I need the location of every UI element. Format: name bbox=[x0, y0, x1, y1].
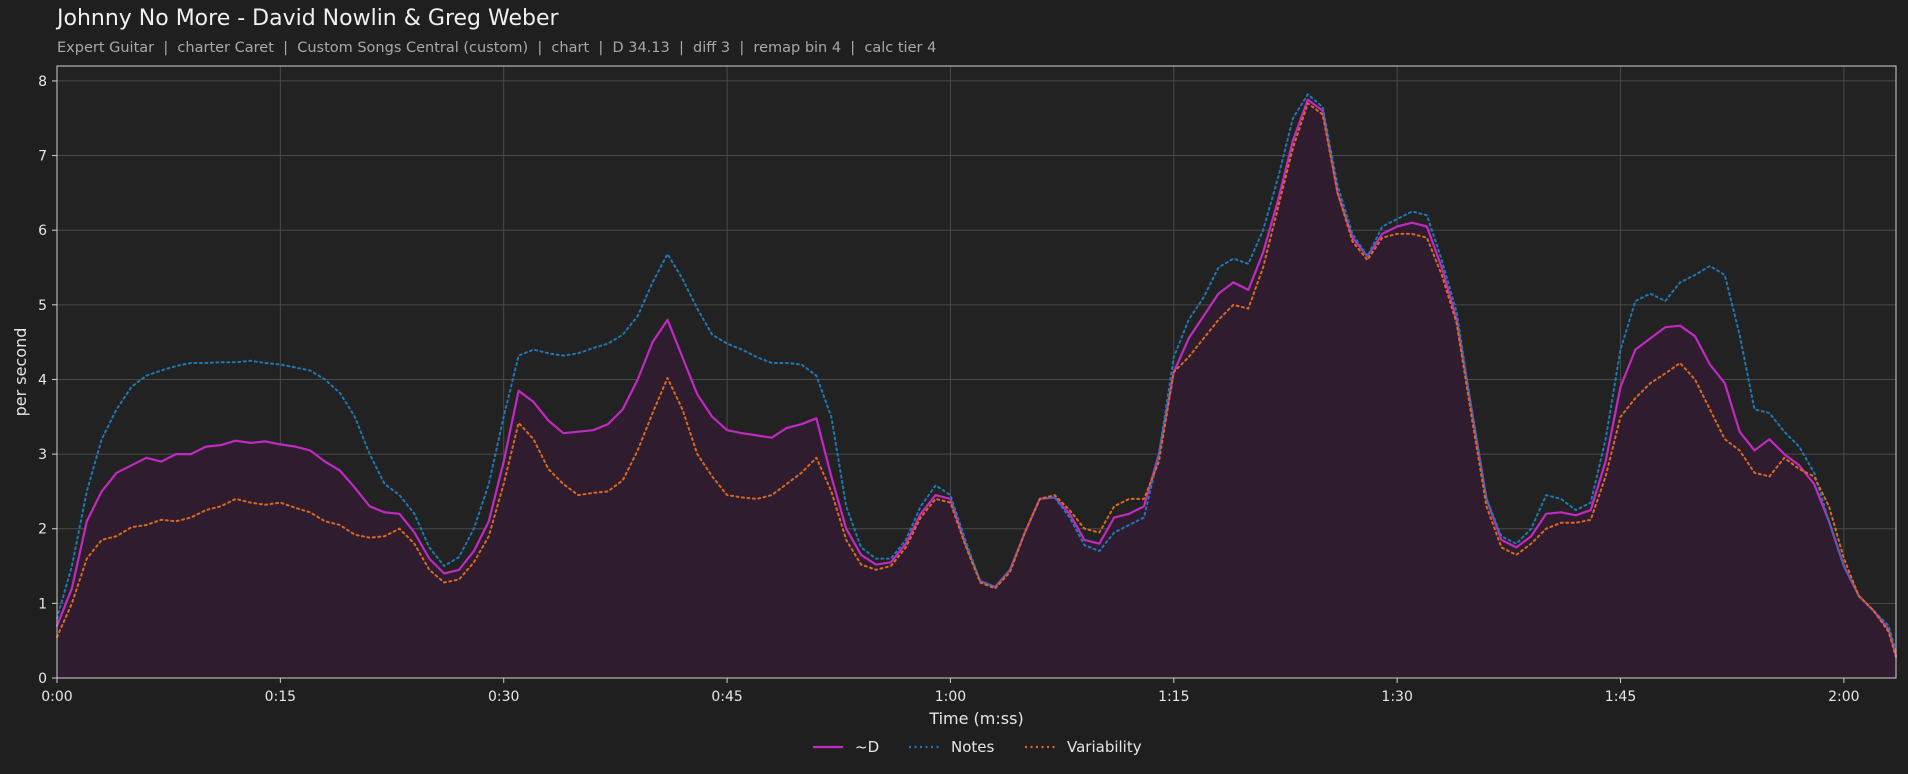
legend-label: Notes bbox=[951, 738, 995, 756]
y-tick-label: 8 bbox=[38, 74, 47, 90]
y-tick-label: 2 bbox=[38, 522, 47, 538]
y-axis-label: per second bbox=[11, 328, 30, 417]
x-tick-label: 1:30 bbox=[1381, 689, 1412, 705]
y-tick-label: 5 bbox=[38, 298, 47, 314]
x-tick-label: 1:15 bbox=[1158, 689, 1189, 705]
x-tick-label: 0:30 bbox=[488, 689, 519, 705]
y-tick-label: 7 bbox=[38, 149, 47, 165]
y-tick-label: 6 bbox=[38, 223, 47, 239]
chart-svg: 0 1 2 3 4 5 6 7 8 0:00 0:15 0:30 0:45 1:00 1:15 1:30 1:4… bbox=[11, 65, 1898, 756]
x-tick-label: 1:45 bbox=[1605, 689, 1636, 705]
y-tick-label: 0 bbox=[38, 671, 47, 687]
x-tick-label: 2:00 bbox=[1828, 689, 1859, 705]
legend-label: Variability bbox=[1067, 738, 1142, 756]
x-tick-label: 0:00 bbox=[41, 689, 72, 705]
y-tick-label: 3 bbox=[38, 447, 47, 463]
legend-label: ~D bbox=[855, 738, 879, 756]
x-tick-label: 1:00 bbox=[935, 689, 966, 705]
y-tick-label: 4 bbox=[38, 372, 47, 388]
x-axis-label: Time (m:ss) bbox=[928, 709, 1023, 728]
x-tick-label: 0:15 bbox=[265, 689, 296, 705]
x-tick-label: 0:45 bbox=[711, 689, 742, 705]
y-tick-label: 1 bbox=[38, 596, 47, 612]
